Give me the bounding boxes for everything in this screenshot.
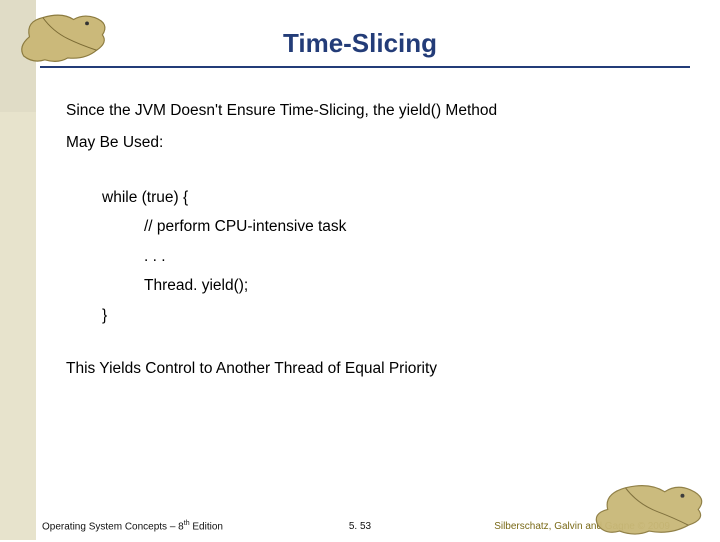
slide-title: Time-Slicing <box>40 28 680 59</box>
intro-line-1: Since the JVM Doesn't Ensure Time-Slicin… <box>66 100 686 122</box>
outro-line: This Yields Control to Another Thread of… <box>66 358 686 380</box>
intro-line-2: May Be Used: <box>66 132 686 154</box>
code-line: while (true) { <box>102 183 686 212</box>
slide: Time-Slicing Since the JVM Doesn't Ensur… <box>0 0 720 540</box>
code-line: . . . <box>144 242 686 271</box>
decoration-side-stripe <box>0 112 36 540</box>
title-underline <box>40 66 690 68</box>
code-line: Thread. yield(); <box>144 271 686 300</box>
dinosaur-icon <box>592 478 710 534</box>
code-line: } <box>102 301 686 330</box>
code-block: while (true) { // perform CPU-intensive … <box>102 183 686 330</box>
slide-header: Time-Slicing <box>40 0 680 59</box>
code-line: // perform CPU-intensive task <box>144 212 686 241</box>
slide-body: Since the JVM Doesn't Ensure Time-Slicin… <box>66 100 686 396</box>
